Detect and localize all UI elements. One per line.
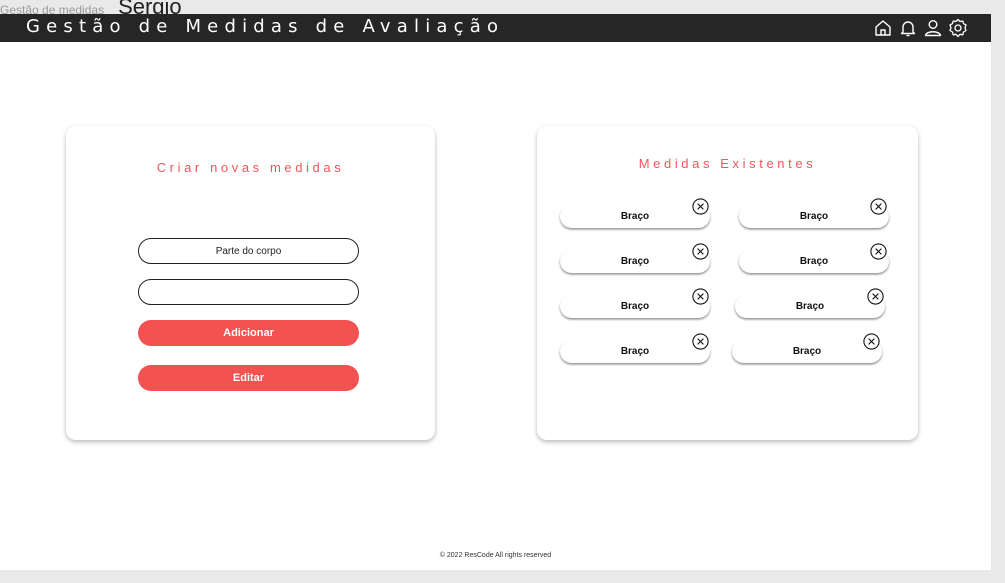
top-icons bbox=[872, 17, 969, 39]
home-icon[interactable] bbox=[872, 17, 894, 39]
close-icon[interactable] bbox=[870, 198, 887, 215]
measure-item-label: Braço bbox=[620, 256, 650, 267]
close-icon[interactable] bbox=[692, 333, 709, 350]
measure-item[interactable]: Braço bbox=[739, 250, 889, 273]
close-icon[interactable] bbox=[692, 288, 709, 305]
measure-item-label: Braço bbox=[795, 301, 825, 312]
add-button[interactable]: Adicionar bbox=[138, 320, 359, 346]
close-icon[interactable] bbox=[863, 333, 880, 350]
create-measures-title: Criar novas medidas bbox=[156, 160, 345, 175]
create-measures-card: Criar novas medidas Adicionar Editar bbox=[66, 126, 435, 440]
measure-item[interactable]: Braço bbox=[560, 250, 710, 273]
measure-input[interactable] bbox=[138, 279, 359, 305]
page: Gestão de Medidas de Avaliação Criar nov… bbox=[0, 14, 991, 570]
existing-measures-title: Medidas Existentes bbox=[638, 156, 817, 171]
measure-item-label: Braço bbox=[799, 211, 829, 222]
measure-item[interactable]: Braço bbox=[732, 340, 882, 363]
measure-item[interactable]: Braço bbox=[560, 295, 710, 318]
close-icon[interactable] bbox=[870, 243, 887, 260]
measure-item[interactable]: Braço bbox=[739, 205, 889, 228]
measure-item[interactable]: Braço bbox=[560, 340, 710, 363]
measure-item[interactable]: Braço bbox=[735, 295, 885, 318]
close-icon[interactable] bbox=[692, 198, 709, 215]
close-icon[interactable] bbox=[692, 243, 709, 260]
existing-measures-card: Medidas Existentes Braço Braço Braço Bra… bbox=[537, 126, 918, 440]
footer-copyright: © 2022 ResCode All rights reserved bbox=[439, 552, 552, 559]
frame-label: Gestão de medidas Sergio bbox=[0, 0, 182, 19]
bell-icon[interactable] bbox=[897, 17, 919, 39]
close-icon[interactable] bbox=[867, 288, 884, 305]
measure-item[interactable]: Braço bbox=[560, 205, 710, 228]
measure-item-label: Braço bbox=[792, 346, 822, 357]
edit-button[interactable]: Editar bbox=[138, 365, 359, 391]
measure-item-label: Braço bbox=[799, 256, 829, 267]
body-part-input[interactable] bbox=[138, 238, 359, 264]
settings-icon[interactable] bbox=[947, 17, 969, 39]
app-title: Gestão de Medidas de Avaliação bbox=[26, 16, 505, 37]
measure-item-label: Braço bbox=[620, 301, 650, 312]
top-bar: Gestão de Medidas de Avaliação bbox=[0, 14, 991, 42]
measure-item-label: Braço bbox=[620, 346, 650, 357]
user-icon[interactable] bbox=[922, 17, 944, 39]
measure-item-label: Braço bbox=[620, 211, 650, 222]
